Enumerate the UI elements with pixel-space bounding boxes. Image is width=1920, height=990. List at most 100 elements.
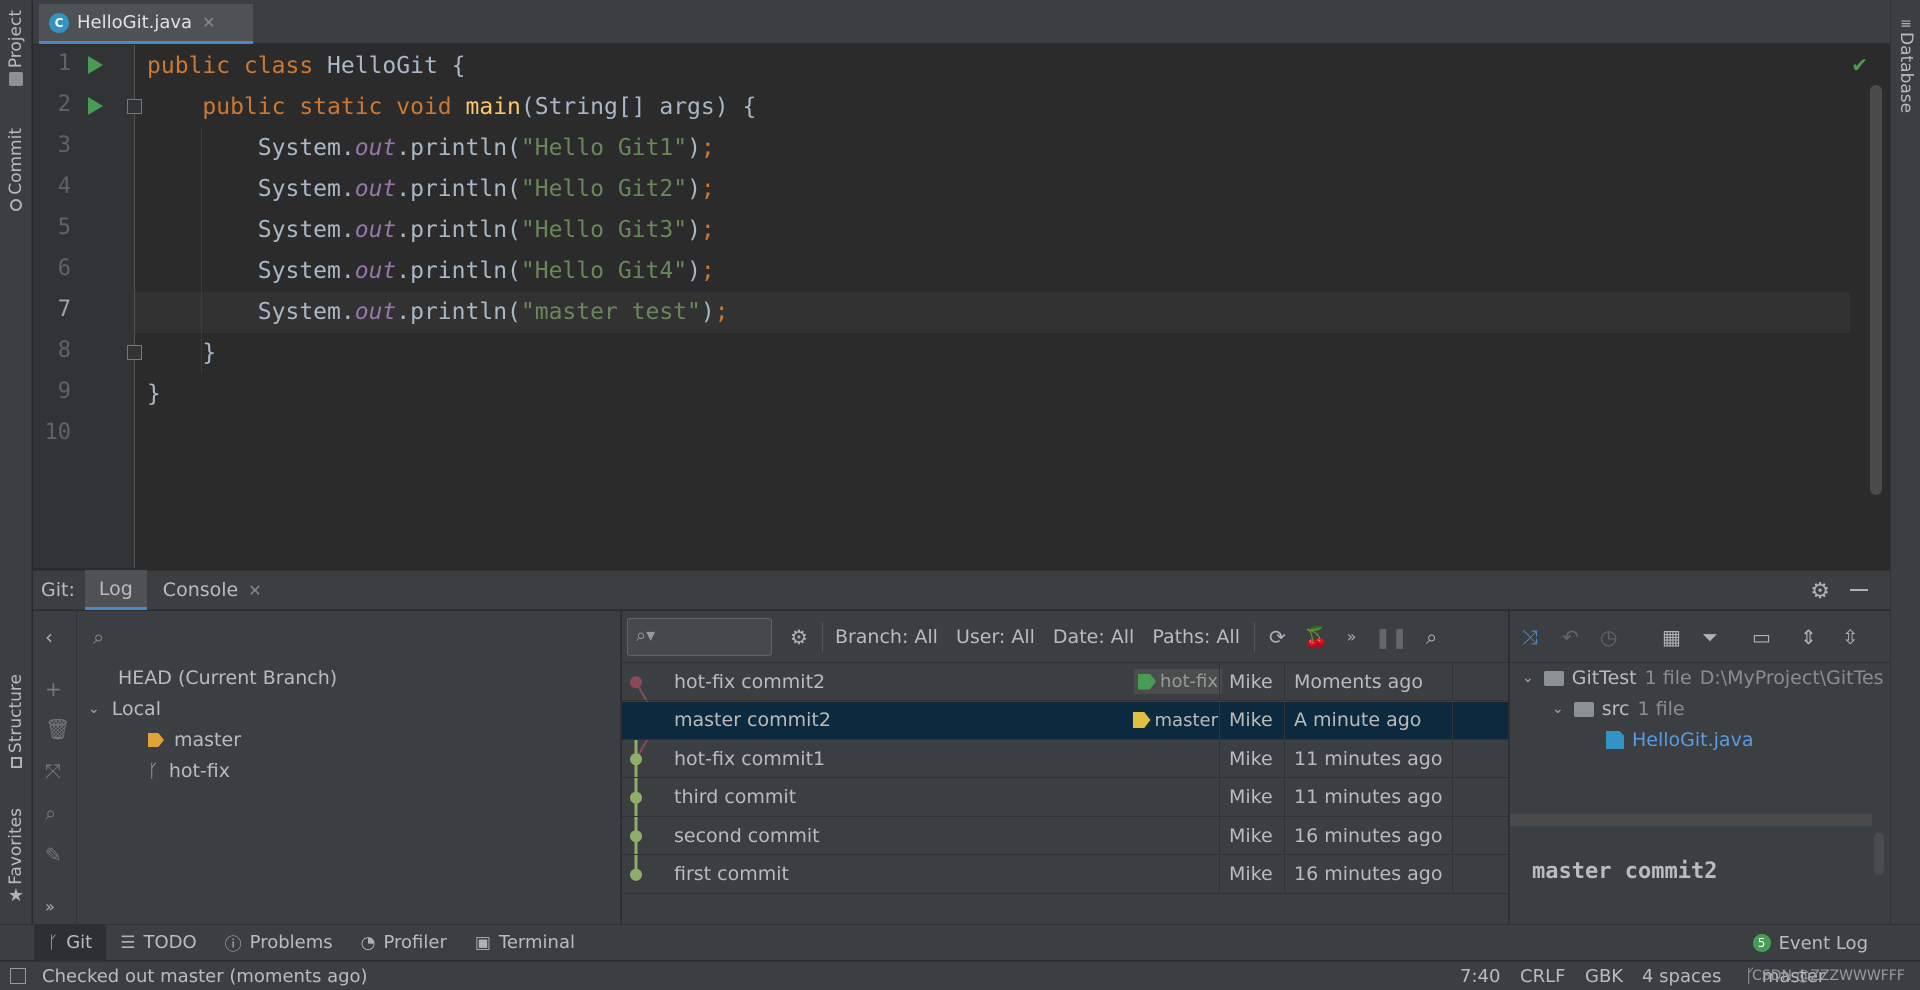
close-tab-icon[interactable]: ✕ — [202, 13, 215, 32]
diff-icon[interactable]: ⤨ — [1522, 625, 1538, 649]
log-search-input[interactable]: ⌕▾ — [627, 617, 772, 656]
fold-icon[interactable] — [127, 99, 142, 114]
delete-branch-icon[interactable]: 🗑 — [45, 717, 70, 741]
commit-tool-tab[interactable]: Commit — [4, 128, 28, 211]
tree-src[interactable]: ⌄ src 1 file — [1552, 698, 1685, 720]
edit-icon[interactable]: ✎ — [45, 843, 62, 867]
git-panel-header: Git: Log Console ✕ ⚙ — [33, 570, 1890, 610]
file-tab-label: HelloGit.java — [77, 12, 193, 33]
structure-tool-tab[interactable]: Structure — [4, 674, 28, 769]
local-group[interactable]: ⌄ Local — [88, 698, 161, 720]
group-by-icon[interactable]: ▦ — [1662, 625, 1681, 649]
toolwindow-profiler[interactable]: ◔ Profiler — [347, 925, 461, 961]
commit-row[interactable]: hot-fix commit2 hot-fix Mike Moments ago — [622, 663, 1508, 701]
file-encoding[interactable]: GBK — [1585, 966, 1623, 987]
caret-position[interactable]: 7:40 — [1460, 966, 1500, 987]
code-editor[interactable]: 1 2 3 4 5 6 7 8 9 10 public class HelloGit { publ… — [33, 45, 1890, 568]
close-console-icon[interactable]: ✕ — [248, 581, 261, 600]
code-line[interactable]: System.out.println("Hello Git1"); — [147, 128, 1850, 169]
editor-scrollbar[interactable] — [1870, 85, 1882, 495]
toolwindow-git[interactable]: ᚴ Git — [34, 924, 107, 961]
line-number: 4 — [57, 174, 71, 199]
date-filter[interactable]: Date: All — [1053, 626, 1134, 648]
toolwindow-todo[interactable]: ☰ TODO — [106, 925, 210, 961]
toolwindow-terminal[interactable]: ▣ Terminal — [461, 925, 589, 961]
commit-row[interactable]: hot-fix commit1 Mike 11 minutes ago — [622, 740, 1508, 778]
more-actions-icon[interactable]: » — [1347, 627, 1357, 646]
code-token: "Hello Git2" — [520, 176, 688, 202]
code-line[interactable]: public class HelloGit { — [147, 46, 1850, 87]
tab-console[interactable]: Console ✕ — [149, 570, 276, 610]
collapse-all-icon[interactable]: ⇳ — [1842, 625, 1859, 649]
branch-filter[interactable]: Branch: All — [835, 626, 938, 648]
branch-item-hotfix[interactable]: ᚴ hot-fix — [148, 760, 230, 782]
commit-row[interactable]: master commit2 master Mike A minute ago — [622, 701, 1508, 740]
commit-row[interactable]: first commit Mike 16 minutes ago — [622, 855, 1508, 894]
code-line[interactable] — [147, 415, 1850, 456]
merge-icon[interactable]: ⤧ — [45, 759, 61, 783]
run-icon[interactable] — [88, 56, 103, 74]
code-token: } — [147, 381, 161, 407]
fold-icon[interactable] — [127, 345, 142, 360]
collapse-left-icon[interactable]: ‹ — [45, 625, 53, 649]
code-line[interactable]: System.out.println("Hello Git4"); — [147, 251, 1850, 292]
minimize-icon[interactable] — [1850, 589, 1868, 591]
history-icon[interactable]: ◷ — [1600, 625, 1617, 649]
details-horizontal-scrollbar[interactable] — [1510, 814, 1872, 826]
indent-guide — [201, 127, 202, 373]
indent-setting[interactable]: 4 spaces — [1642, 966, 1721, 987]
commit-message-cell: hot-fix commit2 — [674, 670, 826, 693]
branch-item-master[interactable]: master — [148, 729, 241, 751]
line-separator[interactable]: CRLF — [1520, 966, 1565, 987]
project-tool-tab[interactable]: Project — [4, 10, 28, 87]
user-filter[interactable]: User: All — [956, 626, 1035, 648]
revert-icon[interactable]: ↶ — [1562, 625, 1579, 649]
commit-author-cell: Mike — [1229, 670, 1273, 693]
details-vertical-scrollbar[interactable] — [1874, 833, 1884, 875]
root-name: GitTest — [1571, 667, 1637, 689]
gear-icon[interactable]: ⚙ — [1810, 579, 1830, 604]
find-icon[interactable]: ⌕ — [1426, 625, 1437, 649]
tab-log-label: Log — [98, 577, 133, 600]
layout-icon[interactable]: ▭ — [1752, 625, 1771, 649]
add-branch-icon[interactable]: + — [45, 677, 62, 701]
head-branch-item[interactable]: HEAD (Current Branch) — [118, 667, 337, 689]
code-line[interactable]: } — [147, 333, 1850, 374]
expand-all-icon[interactable]: ⇕ — [1800, 625, 1817, 649]
database-tool-tab[interactable]: ≡ Database — [1894, 16, 1918, 113]
ref-tag-icon — [1132, 712, 1151, 728]
more-icon[interactable]: » — [45, 897, 55, 916]
tree-root[interactable]: ⌄ GitTest 1 file D:\MyProject\GitTes — [1522, 667, 1884, 689]
commit-log-pane: ⌕▾ ⚙ Branch: All User: All Date: All Pat… — [622, 611, 1508, 924]
code-line[interactable]: } — [147, 374, 1850, 415]
favorites-tool-tab[interactable]: Favorites ★ — [4, 808, 28, 906]
cherry-pick-icon[interactable]: 🍒 — [1304, 625, 1329, 649]
event-log-button[interactable]: 5 Event Log — [1752, 925, 1868, 961]
code-line[interactable]: System.out.println("Hello Git2"); — [147, 169, 1850, 210]
code-token: "Hello Git1" — [520, 135, 688, 161]
refresh-icon[interactable]: ⟳ — [1269, 625, 1286, 649]
filter-icon[interactable]: ⏷ — [1702, 625, 1718, 649]
commit-row[interactable]: third commit Mike 11 minutes ago — [622, 778, 1508, 817]
commit-row[interactable]: second commit Mike 16 minutes ago — [622, 817, 1508, 855]
search-icon[interactable]: ⌕ — [93, 625, 104, 649]
paths-filter[interactable]: Paths: All — [1152, 626, 1240, 648]
tab-log[interactable]: Log — [84, 570, 147, 610]
editor-file-tab[interactable]: C HelloGit.java ✕ — [39, 4, 253, 44]
line-number: 7 — [57, 297, 71, 322]
run-icon[interactable] — [88, 97, 103, 115]
pause-icon[interactable]: ❚❚ — [1374, 625, 1408, 649]
toggle-panels-icon[interactable] — [10, 968, 26, 984]
settings-icon[interactable]: ⚙ — [790, 625, 808, 649]
toolwindow-bar: ᚴ Git ☰ TODO ⓘ Problems ◔ Profiler ▣ Ter… — [0, 924, 1920, 961]
commit-icon — [10, 198, 22, 211]
tree-file[interactable]: HelloGit.java — [1606, 729, 1753, 751]
commit-date-cell: A minute ago — [1294, 709, 1422, 731]
code-line[interactable]: public static void main(String[] args) { — [147, 87, 1850, 128]
file-name: HelloGit.java — [1632, 729, 1754, 751]
toolwindow-problems[interactable]: ⓘ Problems — [211, 925, 347, 961]
list-icon: ☰ — [120, 932, 136, 953]
search-branch-icon[interactable]: ⌕ — [45, 801, 56, 825]
code-line[interactable]: System.out.println("Hello Git3"); — [147, 210, 1850, 251]
code-line[interactable]: System.out.println("master test"); — [135, 292, 1850, 333]
